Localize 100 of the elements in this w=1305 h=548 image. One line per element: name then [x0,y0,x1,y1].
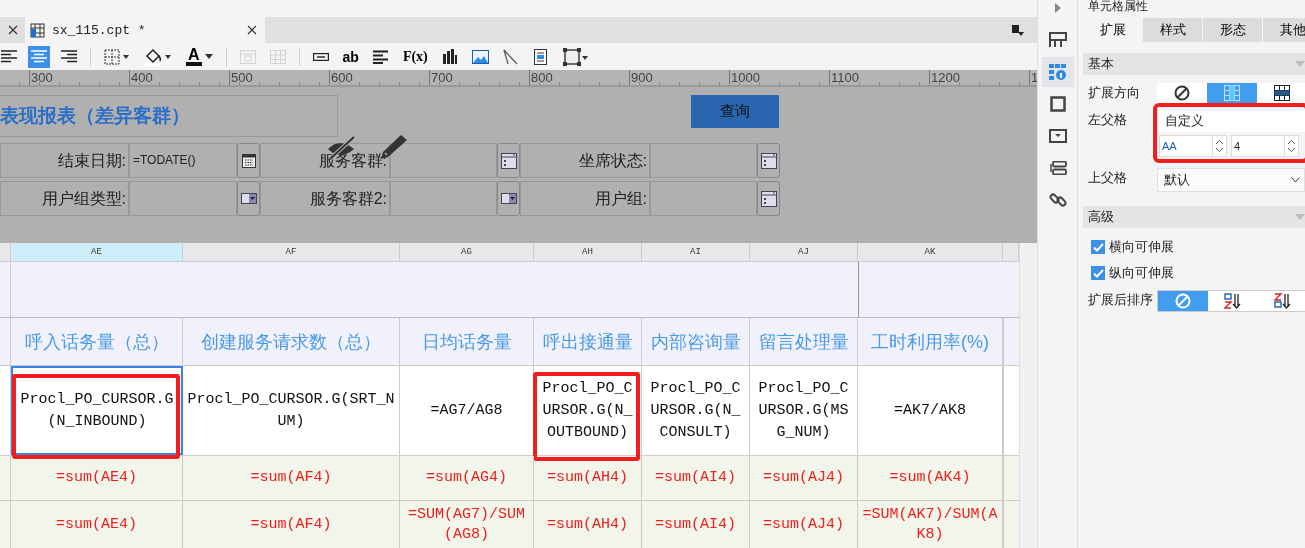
sum-cell: =sum(AK4) [889,468,971,488]
formula-button[interactable]: F(x) [399,45,431,68]
header-cell-text: 留言处理量 [758,330,849,354]
file-tab[interactable]: sx_115.cpt * [25,17,265,43]
sort-arrow-icon [1224,293,1242,309]
column-header[interactable]: AK [858,243,1003,261]
ruler-label: 700 [429,70,529,85]
no-entry-icon [1175,293,1191,309]
ruler-label: 400 [129,70,229,85]
param-field[interactable] [129,181,237,216]
column-spinner[interactable]: AA [1159,135,1227,157]
header-cell-text: 呼入话务量（总） [24,330,169,354]
param-field[interactable] [390,181,497,216]
column-header[interactable]: AJ [750,243,858,261]
sum-cell: =sum(AI4) [655,514,736,535]
field-label: 上父格 [1088,169,1128,187]
close-icon[interactable] [247,25,257,35]
formula-cell-text: Procl_PO_CURSOR.G(N_OUTBOUND) [541,378,634,443]
align-center-button[interactable] [28,45,50,68]
scrollbar[interactable] [1019,243,1037,548]
column-header[interactable]: AG [400,243,534,261]
param-label: 用户组类型: [0,181,129,216]
column-header[interactable]: AH [534,243,642,261]
grid-column-icon [1224,85,1240,101]
formula-cell-text: Procl_PO_CURSOR.G(N_CONSULT) [649,378,742,443]
sum-cell: =sum(AJ4) [763,468,844,488]
checkbox-label: 横向可伸展 [1109,238,1174,256]
column-header[interactable]: AE [11,243,183,261]
field-label: 左父格 [1088,111,1128,129]
column-header[interactable]: AF [183,243,400,261]
formula-cell-text: Procl_PO_CURSOR.G(SRT_NUM) [187,389,395,432]
sum-cell: =sum(AE4) [56,468,137,488]
list-button[interactable] [497,143,520,178]
caret-icon [204,54,213,59]
label-button[interactable]: ab [339,45,362,68]
cell-info-tool[interactable] [1041,57,1074,87]
param-field[interactable] [390,143,497,178]
sum-cell-text: =SUM(AK7)/SUM(AK8) [861,504,999,545]
left-parent-dropdown[interactable]: 自定义 [1159,110,1305,132]
section-header[interactable]: 高级 [1083,206,1305,228]
sum-cell: =sum(AF4) [250,514,332,535]
ruler-label: 500 [229,70,329,85]
param-label: 服务客群2: [260,181,390,216]
field-label: 扩展方向 [1088,84,1141,102]
grid-row-icon [1274,85,1290,101]
spinner-arrows-icon[interactable] [1215,139,1224,153]
ruler-label: 600 [329,70,429,85]
condition-icon [1048,161,1067,175]
param-label: 坐席状态: [520,143,650,178]
list-window-icon [760,190,777,207]
chevron-down-icon [1291,177,1300,183]
cell-info-icon [1048,64,1067,80]
ruler-label: 900 [629,70,729,85]
list-button[interactable] [757,181,780,216]
no-entry-icon [1174,85,1190,101]
dropdown-button[interactable] [237,181,260,216]
link-icon [1048,191,1067,209]
dock-menu-icon[interactable] [1012,24,1024,36]
sum-cell-text: =SUM(AG7)/SUM(AG8) [407,504,526,545]
ruler-label: 300 [29,70,129,85]
section-header[interactable]: 基本 [1083,53,1305,75]
font-color-button[interactable]: A [183,45,216,68]
param-field[interactable] [650,143,757,178]
widget-icon [1048,129,1067,143]
field-label: 扩展后排序 [1088,291,1154,309]
param-field[interactable]: =TODATE() [129,143,237,178]
ruler-label: 800 [529,70,629,85]
calendar-button[interactable] [237,143,260,178]
list-window-icon [500,152,517,169]
ruler-label: 1100 [829,70,929,85]
report-title: 表现报表（差异客群） [0,95,338,137]
formula-cell-text: =AG7/AG8 [430,400,503,421]
header-cell-text: 内部咨询量 [650,330,741,354]
panel-tab[interactable]: 样式 [1143,18,1203,42]
panel-tab[interactable]: 形态 [1203,18,1263,42]
checkbox-label: 纵向可伸展 [1109,264,1174,282]
panel-tab[interactable]: 其他 [1263,18,1305,42]
dropdown-icon [240,193,257,204]
checkbox[interactable] [1091,266,1105,280]
row-spinner[interactable]: 4 [1231,135,1299,157]
calendar-icon [241,153,256,168]
dropdown-icon [500,193,517,204]
dropdown-button[interactable] [497,181,520,216]
header-cell-text: 创建服务请求数（总） [201,330,381,354]
square-icon [1049,96,1066,112]
close-icon[interactable] [8,25,18,35]
formula-cell-text: =AK7/AK8 [894,400,966,421]
sum-cell: =sum(AJ4) [763,514,844,535]
formula-cell-text: Procl_PO_CURSOR.G(MSG_NUM) [757,378,850,443]
layout-icon [1048,32,1067,48]
column-header[interactable]: AI [642,243,750,261]
param-field[interactable] [650,181,757,216]
sort-arrow-icon [1274,293,1292,309]
sum-cell: =sum(AH4) [547,468,628,488]
checkbox[interactable] [1091,240,1105,254]
no-sort-button[interactable] [1158,291,1208,311]
top-parent-dropdown[interactable]: 默认 [1157,168,1305,192]
spinner-arrows-icon[interactable] [1287,139,1296,153]
list-button[interactable] [757,143,780,178]
collapse-icon[interactable] [1054,3,1061,13]
